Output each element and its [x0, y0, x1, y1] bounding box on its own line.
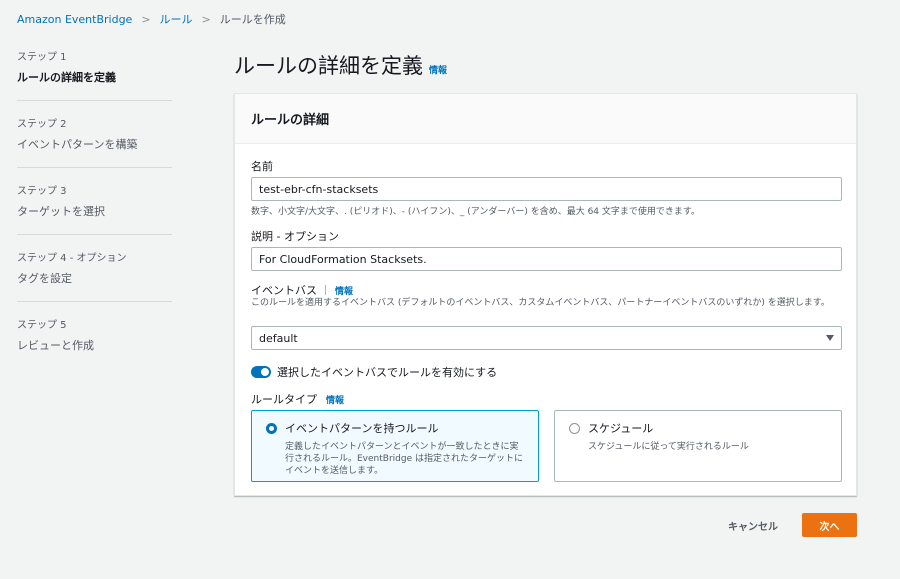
step-number: ステップ 2	[17, 119, 67, 130]
page-title: ルールの詳細を定義 情報	[234, 50, 447, 80]
name-label-text: 名前	[251, 160, 273, 173]
panel-header: ルールの詳細	[235, 94, 856, 144]
tile-title: イベントパターンを持つルール	[285, 422, 439, 435]
event-bus-label-text: イベントバス	[251, 284, 317, 297]
step-title: イベントパターンを構築	[17, 138, 138, 151]
wizard-step-5[interactable]: ステップ 5 レビューと作成	[17, 316, 172, 368]
cancel-button[interactable]: キャンセル	[718, 513, 788, 537]
tile-head: イベントパターンを持つルール	[266, 420, 524, 436]
tile-description: 定義したイベントパターンとイベントが一致したときに実行されるルール。EventB…	[285, 442, 523, 476]
name-label: 名前	[251, 158, 273, 174]
enable-rule-toggle-row: 選択したイベントバスでルールを有効にする	[251, 364, 497, 380]
event-bus-select[interactable]: default	[251, 326, 842, 350]
step-number: ステップ 4 - オプション	[17, 253, 127, 264]
rule-type-option-event-pattern[interactable]: イベントパターンを持つルール 定義したイベントパターンとイベントが一致したときに…	[251, 410, 539, 482]
chevron-right-icon: >	[201, 12, 211, 26]
label-divider	[325, 285, 326, 295]
name-hint: 数字、小文字/大文字、. (ピリオド)、- (ハイフン)、_ (アンダーバー) …	[251, 207, 700, 217]
tile-description: スケジュールに従って実行されるルール	[588, 442, 749, 452]
event-bus-hint: このルールを適用するイベントバス (デフォルトのイベントバス、カスタムイベントバ…	[251, 298, 830, 308]
next-button[interactable]: 次へ	[802, 513, 857, 537]
panel-title: ルールの詳細	[251, 113, 330, 128]
description-label: 説明 - オプション	[251, 228, 339, 244]
step-number: ステップ 5	[17, 320, 67, 331]
description-input[interactable]: For CloudFormation Stacksets.	[251, 247, 842, 271]
step-title: ルールの詳細を定義	[17, 71, 116, 84]
wizard-step-2[interactable]: ステップ 2 イベントパターンを構築	[17, 115, 172, 168]
radio-button-selected[interactable]	[266, 422, 277, 434]
step-title: ターゲットを選択	[17, 205, 105, 218]
breadcrumb-current: ルールを作成	[219, 13, 286, 26]
event-bus-selected-value: default	[259, 331, 298, 345]
rule-type-label: ルールタイプ 情報	[251, 391, 344, 407]
wizard-steps: ステップ 1 ルールの詳細を定義 ステップ 2 イベントパターンを構築 ステップ…	[17, 48, 172, 382]
step-number: ステップ 1	[17, 52, 67, 63]
tile-head: スケジュール	[569, 420, 827, 436]
breadcrumb: Amazon EventBridge > ルール > ルールを作成	[17, 11, 286, 27]
wizard-step-1: ステップ 1 ルールの詳細を定義	[17, 48, 172, 101]
wizard-step-3[interactable]: ステップ 3 ターゲットを選択	[17, 182, 172, 235]
rule-type-option-schedule[interactable]: スケジュール スケジュールに従って実行されるルール	[554, 410, 842, 482]
breadcrumb-link-eventbridge[interactable]: Amazon EventBridge	[17, 13, 132, 26]
enable-rule-toggle[interactable]	[251, 366, 271, 378]
toggle-knob	[261, 368, 269, 376]
page-title-text: ルールの詳細を定義	[234, 54, 423, 78]
event-bus-info-link[interactable]: 情報	[335, 284, 353, 297]
step-title: タグを設定	[17, 272, 72, 285]
step-number: ステップ 3	[17, 186, 67, 197]
radio-button[interactable]	[569, 422, 580, 434]
rule-details-panel: ルールの詳細 名前 test-ebr-cfn-stacksets 数字、小文字/…	[234, 93, 857, 496]
wizard-step-4[interactable]: ステップ 4 - オプション タグを設定	[17, 249, 172, 302]
tile-title: スケジュール	[588, 422, 654, 435]
step-title: レビューと作成	[17, 339, 94, 352]
chevron-right-icon: >	[141, 12, 151, 26]
event-bus-label: イベントバス 情報	[251, 282, 353, 298]
caret-down-icon	[826, 335, 834, 341]
rule-name-input[interactable]: test-ebr-cfn-stacksets	[251, 177, 842, 201]
info-link[interactable]: 情報	[429, 63, 447, 76]
breadcrumb-link-rules[interactable]: ルール	[160, 11, 193, 27]
toggle-label: 選択したイベントバスでルールを有効にする	[277, 366, 498, 379]
description-label-text: 説明 - オプション	[251, 230, 339, 243]
rule-type-label-text: ルールタイプ	[251, 393, 317, 406]
rule-type-info-link[interactable]: 情報	[326, 393, 344, 406]
